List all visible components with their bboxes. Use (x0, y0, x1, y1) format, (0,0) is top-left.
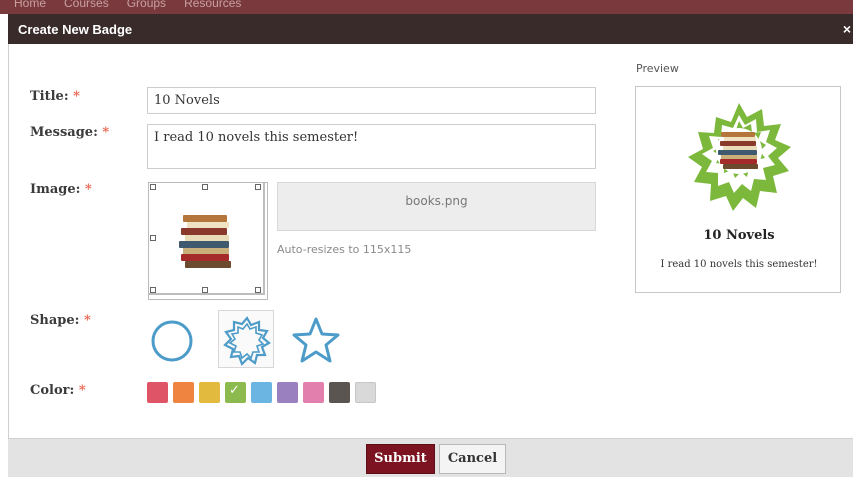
modal-header: Create New Badge × (8, 14, 853, 44)
required-mark: * (83, 313, 91, 328)
crop-handle[interactable] (150, 287, 156, 293)
burst-shape-icon (223, 316, 271, 366)
color-swatch[interactable] (277, 382, 298, 403)
books-image (177, 213, 237, 271)
shape-label: Shape: * (30, 313, 91, 328)
image-cropper[interactable] (148, 182, 268, 300)
nav-resources[interactable]: Resources (184, 0, 241, 10)
badge-preview-icon (688, 103, 791, 211)
circle-shape-icon (151, 320, 193, 362)
required-mark: * (84, 182, 92, 197)
crop-handle[interactable] (255, 287, 261, 293)
required-mark: * (78, 383, 86, 398)
nav-courses[interactable]: Courses (64, 0, 109, 10)
nav-home[interactable]: Home (14, 0, 46, 10)
preview-title: 10 Novels (703, 228, 775, 243)
color-swatch[interactable] (147, 382, 168, 403)
color-swatch[interactable] (225, 382, 246, 403)
image-resize-hint: Auto-resizes to 115x115 (277, 243, 412, 256)
preview-label: Preview (636, 62, 679, 75)
title-input[interactable]: 10 Novels (147, 87, 596, 114)
badge-preview: 10 Novels I read 10 novels this semester… (635, 86, 841, 293)
shape-burst-option[interactable] (218, 310, 274, 368)
cancel-button[interactable]: Cancel (439, 444, 506, 474)
crop-handle[interactable] (150, 235, 156, 241)
shape-star-option[interactable] (288, 312, 344, 370)
crop-handle[interactable] (202, 184, 208, 190)
image-file-picker[interactable]: books.png (277, 182, 596, 231)
color-swatch[interactable] (303, 382, 324, 403)
message-label: Message: * (30, 125, 110, 140)
submit-button[interactable]: Submit (366, 444, 435, 474)
color-label: Color: * (30, 383, 86, 398)
color-swatch[interactable] (199, 382, 220, 403)
star-shape-icon (292, 317, 340, 363)
crop-handle[interactable] (150, 184, 156, 190)
app-frame: Home Courses Groups Resources Create New… (0, 0, 853, 477)
color-swatch[interactable] (329, 382, 350, 403)
crop-handle[interactable] (255, 184, 261, 190)
image-label: Image: * (30, 182, 92, 197)
color-swatch[interactable] (355, 382, 376, 403)
close-icon[interactable]: × (843, 21, 851, 37)
modal-title: Create New Badge (18, 22, 133, 37)
nav-groups[interactable]: Groups (127, 0, 166, 10)
required-mark: * (73, 89, 80, 104)
preview-message: I read 10 novels this semester! (660, 259, 818, 270)
title-label: Title: * (30, 89, 80, 104)
required-mark: * (102, 125, 110, 140)
color-swatch[interactable] (251, 382, 272, 403)
crop-handle[interactable] (202, 287, 208, 293)
top-navigation: Home Courses Groups Resources (0, 0, 853, 14)
color-swatch[interactable] (173, 382, 194, 403)
message-textarea[interactable]: I read 10 novels this semester! (147, 124, 596, 169)
shape-circle-option[interactable] (148, 312, 204, 370)
